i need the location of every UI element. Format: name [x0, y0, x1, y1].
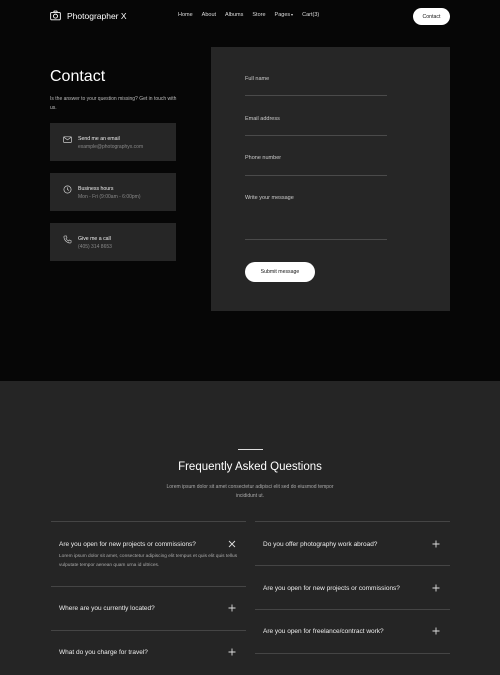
phone-card-title: Give me a call	[78, 236, 111, 242]
site-header: Photographer X Home About Albums Store P…	[0, 0, 500, 34]
phone-field[interactable]: Phone number	[245, 155, 387, 176]
faq-item[interactable]: What do you charge for travel?	[51, 630, 246, 674]
email-placeholder: Email address	[245, 116, 280, 122]
contact-form: Full name Email address Phone number Wri…	[211, 47, 450, 311]
email-card-text: Send me an email example@photographyx.co…	[78, 135, 143, 151]
message-textarea[interactable]: Write your message	[245, 195, 387, 240]
faq-item[interactable]: Where are you currently located?	[51, 586, 246, 630]
faq-item[interactable]: Do you offer photography work abroad?	[255, 521, 450, 565]
faq-question: What do you charge for travel?	[59, 649, 148, 656]
full-name-field[interactable]: Full name	[245, 76, 387, 96]
plus-icon[interactable]	[228, 648, 236, 656]
faq-item[interactable]: Are you open for new projects or commiss…	[255, 565, 450, 609]
plus-icon[interactable]	[228, 604, 236, 612]
full-name-placeholder: Full name	[245, 76, 270, 82]
plus-icon[interactable]	[432, 584, 440, 592]
chevron-down-icon	[291, 13, 294, 16]
hours-card: Business hours Mon - Fri (9:00am - 6:00p…	[50, 173, 176, 211]
nav-store[interactable]: Store	[252, 12, 265, 18]
faq-subtitle: Lorem ipsum dolor sit amet consectetur a…	[166, 484, 334, 499]
faq-question: Where are you currently located?	[59, 605, 155, 612]
hours-card-text: Business hours Mon - Fri (9:00am - 6:00p…	[78, 185, 141, 201]
faq-bottom-divider	[255, 653, 450, 654]
faq-section: Frequently Asked Questions Lorem ipsum d…	[0, 381, 500, 675]
phone-card[interactable]: Give me a call (405) 314 8653	[50, 223, 176, 261]
nav-cart[interactable]: Cart(3)	[302, 12, 319, 18]
contact-title: Contact	[50, 68, 106, 85]
section-divider	[238, 449, 263, 450]
phone-card-text: Give me a call (405) 314 8653	[78, 235, 112, 251]
contact-subtitle: Is the answer to your question missing? …	[50, 96, 177, 111]
brand-logo[interactable]: Photographer X	[50, 10, 127, 21]
faq-title: Frequently Asked Questions	[178, 461, 322, 473]
faq-answer: Lorem ipsum dolor sit amet, consectetur …	[59, 554, 238, 568]
mail-icon	[63, 136, 72, 143]
nav-albums[interactable]: Albums	[225, 12, 243, 18]
plus-icon[interactable]	[432, 627, 440, 635]
clock-icon	[63, 185, 72, 194]
faq-item-open[interactable]: Are you open for new projects or commiss…	[51, 521, 246, 586]
phone-icon	[63, 235, 72, 244]
plus-icon[interactable]	[432, 540, 440, 548]
faq-question: Are you open for freelance/contract work…	[263, 628, 384, 635]
brand-name: Photographer X	[67, 10, 127, 21]
faq-question: Are you open for new projects or commiss…	[263, 585, 400, 592]
email-card-title: Send me an email	[78, 136, 120, 142]
email-field[interactable]: Email address	[245, 116, 387, 136]
nav-home[interactable]: Home	[178, 12, 193, 18]
faq-question: Do you offer photography work abroad?	[263, 541, 378, 548]
main-nav: Home About Albums Store Pages Cart(3)	[178, 12, 319, 18]
hours-card-title: Business hours	[78, 186, 114, 192]
phone-placeholder: Phone number	[245, 155, 282, 161]
hours-card-detail: Mon - Fri (9:00am - 6:00pm)	[78, 194, 141, 200]
header-contact-button[interactable]: Contact	[413, 8, 450, 25]
nav-pages-label: Pages	[274, 12, 291, 18]
phone-card-detail: (405) 314 8653	[78, 244, 112, 250]
submit-message-button[interactable]: Submit message	[245, 262, 315, 282]
nav-pages-dropdown[interactable]: Pages	[275, 12, 294, 18]
nav-about[interactable]: About	[202, 12, 216, 18]
email-card[interactable]: Send me an email example@photographyx.co…	[50, 123, 176, 161]
camera-icon	[50, 10, 61, 21]
faq-question: Are you open for new projects or commiss…	[59, 541, 196, 548]
faq-item[interactable]: Are you open for freelance/contract work…	[255, 609, 450, 653]
email-card-detail: example@photographyx.com	[78, 144, 144, 150]
close-icon[interactable]	[228, 540, 236, 548]
message-placeholder: Write your message	[245, 195, 294, 201]
